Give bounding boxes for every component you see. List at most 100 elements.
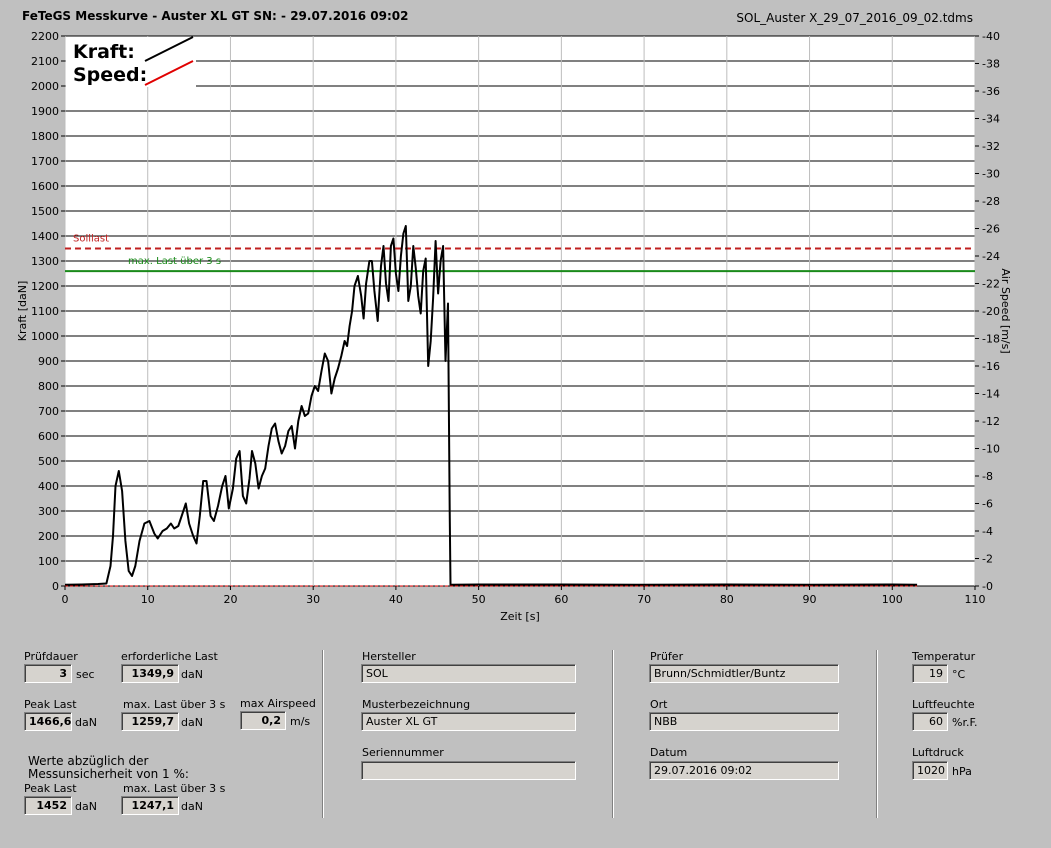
- luftdruck-field: 1020: [912, 761, 948, 780]
- x-tick-label: 90: [803, 593, 817, 606]
- x-tick-label: 30: [306, 593, 320, 606]
- max-airspeed-label: max Airspeed: [240, 697, 316, 710]
- y-axis-label: Kraft [daN]: [16, 281, 29, 342]
- y2-tick-label: -16: [982, 360, 1000, 373]
- max-last2-field: 1247,1: [121, 796, 179, 815]
- reference-line-label: Solllast: [73, 234, 109, 245]
- y2-tick-label: -30: [982, 168, 1000, 181]
- force-speed-chart: Solllastmax. Last über 3 s 0100200300400…: [16, 30, 1012, 623]
- y-tick-label: 2100: [31, 55, 59, 68]
- separator-2: [612, 650, 614, 818]
- max-last2-label: max. Last über 3 s: [123, 782, 226, 795]
- y2-tick-label: -26: [982, 223, 1000, 236]
- x-tick-label: 50: [472, 593, 486, 606]
- temperatur-unit: °C: [952, 668, 966, 681]
- y-tick-label: 1100: [31, 305, 59, 318]
- legend-speed-label: Speed:: [73, 64, 147, 86]
- y-tick-label: 200: [38, 530, 59, 543]
- pruefdauer-field: 3: [24, 664, 72, 683]
- y-tick-label: 1200: [31, 280, 59, 293]
- pruefer-field: Brunn/Schmidtler/Buntz: [649, 664, 839, 683]
- erf-last-unit: daN: [181, 668, 203, 681]
- y2-axis-label: Air Speed [m/s]: [999, 268, 1012, 353]
- y-tick-label: 1800: [31, 130, 59, 143]
- y-tick-label: 1500: [31, 205, 59, 218]
- x-axis-ticks: 0 10 20 30 40 50 60 70 80 90 100 110: [62, 586, 986, 606]
- y-tick-label: 500: [38, 455, 59, 468]
- x-tick-label: 100: [882, 593, 903, 606]
- y-tick-label: 700: [38, 405, 59, 418]
- pruefdauer-label: Prüfdauer: [24, 650, 78, 663]
- y2-axis-ticks: -0 -2 -4 -6 -8 -10 -12 -14 -16 -18 -20 -22 -24 -26 -28…: [975, 30, 1000, 593]
- y2-tick-label: -14: [982, 388, 1000, 401]
- y-tick-label: 100: [38, 555, 59, 568]
- peak-last2-label: Peak Last: [24, 782, 77, 795]
- max-airspeed-field: 0,2: [240, 711, 286, 730]
- pruefdauer-unit: sec: [76, 668, 95, 681]
- werte-note-line2: Messunsicherheit von 1 %:: [28, 767, 189, 781]
- y2-tick-label: -20: [982, 305, 1000, 318]
- x-tick-label: 80: [720, 593, 734, 606]
- y-tick-label: 2200: [31, 30, 59, 43]
- y-tick-label: 800: [38, 380, 59, 393]
- peak-last-field: 1466,6: [24, 712, 72, 731]
- hersteller-label: Hersteller: [362, 650, 416, 663]
- y-tick-label: 600: [38, 430, 59, 443]
- serien-label: Seriennummer: [362, 746, 444, 759]
- y-tick-label: 300: [38, 505, 59, 518]
- y2-tick-label: -28: [982, 195, 1000, 208]
- y-tick-label: 1300: [31, 255, 59, 268]
- y2-tick-label: -32: [982, 140, 1000, 153]
- y-tick-label: 1400: [31, 230, 59, 243]
- x-tick-label: 70: [637, 593, 651, 606]
- datum-field: 29.07.2016 09:02: [649, 761, 839, 780]
- ort-label: Ort: [650, 698, 668, 711]
- legend: Kraft: Speed:: [66, 36, 196, 87]
- y2-tick-label: -10: [982, 443, 1000, 456]
- muster-label: Musterbezeichnung: [362, 698, 471, 711]
- y2-tick-label: -18: [982, 333, 1000, 346]
- y2-tick-label: -12: [982, 415, 1000, 428]
- y-tick-label: 1700: [31, 155, 59, 168]
- x-tick-label: 40: [389, 593, 403, 606]
- separator-1: [322, 650, 324, 818]
- max-last-field: 1259,7: [121, 712, 179, 731]
- peak-last2-unit: daN: [75, 800, 97, 813]
- luftfeuchte-field: 60: [912, 712, 948, 731]
- y2-tick-label: -22: [982, 278, 1000, 291]
- y-tick-label: 2000: [31, 80, 59, 93]
- temperatur-label: Temperatur: [912, 650, 976, 663]
- max-last-label: max. Last über 3 s: [123, 698, 226, 711]
- y-axis-ticks: 0 100 200 300 400 500 600 700 800 900 1000 1100 1200…: [31, 30, 65, 593]
- erf-last-field: 1349,9: [121, 664, 179, 683]
- x-axis-label: Zeit [s]: [500, 610, 539, 623]
- y2-tick-label: -40: [982, 30, 1000, 43]
- x-tick-label: 10: [141, 593, 155, 606]
- y-tick-label: 1900: [31, 105, 59, 118]
- y2-tick-label: -38: [982, 58, 1000, 71]
- y2-tick-label: -6: [982, 498, 993, 511]
- y-tick-label: 1000: [31, 330, 59, 343]
- x-tick-label: 60: [554, 593, 568, 606]
- legend-kraft-label: Kraft:: [73, 41, 135, 63]
- max-last2-unit: daN: [181, 800, 203, 813]
- pruefer-label: Prüfer: [650, 650, 684, 663]
- ort-field: NBB: [649, 712, 839, 731]
- y2-tick-label: -4: [982, 525, 993, 538]
- erf-last-label: erforderliche Last: [121, 650, 218, 663]
- luftfeuchte-label: Luftfeuchte: [912, 698, 975, 711]
- separator-3: [876, 650, 878, 818]
- y-tick-label: 400: [38, 480, 59, 493]
- x-tick-label: 110: [965, 593, 986, 606]
- y2-tick-label: -34: [982, 113, 1000, 126]
- y2-tick-label: -0: [982, 580, 993, 593]
- y2-tick-label: -2: [982, 553, 993, 566]
- y-tick-label: 1600: [31, 180, 59, 193]
- peak-last-label: Peak Last: [24, 698, 77, 711]
- reference-line-label: max. Last über 3 s: [128, 256, 221, 267]
- x-tick-label: 20: [223, 593, 237, 606]
- luftfeuchte-unit: %r.F.: [952, 716, 978, 729]
- y2-tick-label: -8: [982, 470, 993, 483]
- y-tick-label: 900: [38, 355, 59, 368]
- y2-tick-label: -24: [982, 250, 1000, 263]
